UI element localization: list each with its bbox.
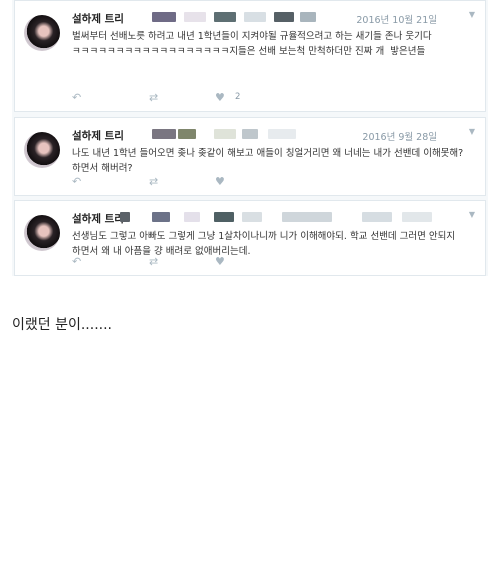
chevron-down-icon[interactable]: ▼	[469, 10, 475, 19]
tweet-header: 설하제 트리 2016년 9월 28일 ▼	[72, 127, 477, 143]
censor-block	[214, 129, 236, 139]
retweet-icon[interactable]: ⇄	[149, 255, 158, 269]
censor-block	[274, 12, 294, 22]
heart-icon[interactable]: ♥	[215, 255, 225, 269]
avatar[interactable]	[24, 15, 60, 51]
tweet-date[interactable]: 2016년 9월 28일	[362, 129, 437, 143]
censor-block	[300, 12, 316, 22]
reply-icon[interactable]: ↶	[72, 91, 81, 105]
chevron-down-icon[interactable]: ▼	[469, 210, 475, 219]
retweet-icon[interactable]: ⇄	[149, 91, 158, 105]
censor-block	[362, 212, 392, 222]
tweet-actions: ↶ ⇄ ♥	[72, 175, 272, 189]
censor-block	[178, 129, 196, 139]
reply-icon[interactable]: ↶	[72, 255, 81, 269]
censor-block	[214, 212, 234, 222]
display-name[interactable]: 설하제 트리	[72, 128, 124, 143]
censor-block	[402, 212, 432, 222]
avatar[interactable]	[24, 132, 60, 168]
tweet-header: 설하제 트리 2016년 10월 21일 ▼	[72, 10, 477, 26]
tweet: 설하제 트리 ▼ 선생님도 그렇고 아빠도 그렇게 그냥 1살차이나니까 니가 …	[14, 200, 486, 276]
tweet: 설하제 트리 2016년 10월 21일 ▼ 벌써부터 선배노릇 하려고 내년 …	[14, 0, 486, 112]
tweet-screenshot: 설하제 트리 2016년 10월 21일 ▼ 벌써부터 선배노릇 하려고 내년 …	[12, 0, 488, 276]
censor-block	[152, 12, 176, 22]
display-name[interactable]: 설하제 트리	[72, 11, 124, 26]
censor-block	[242, 212, 262, 222]
censor-block	[184, 12, 206, 22]
tweet: 설하제 트리 2016년 9월 28일 ▼ 나도 내년 1학년 들어오면 좆나 …	[14, 117, 486, 196]
censor-block	[214, 12, 236, 22]
censor-block	[152, 129, 176, 139]
censor-block	[282, 212, 332, 222]
tweet-actions: ↶ ⇄ ♥	[72, 255, 272, 269]
censor-block	[244, 12, 266, 22]
censor-block	[268, 129, 296, 139]
heart-icon[interactable]: ♥	[215, 175, 225, 189]
avatar[interactable]	[24, 215, 60, 251]
like-count: 2	[235, 92, 241, 102]
reply-icon[interactable]: ↶	[72, 175, 81, 189]
censor-block	[184, 212, 200, 222]
post-caption: 이랬던 분이.......	[12, 317, 113, 333]
heart-icon[interactable]: ♥	[215, 91, 225, 105]
censor-block	[242, 129, 258, 139]
tweet-text: 나도 내년 1학년 들어오면 좆나 좆같이 해보고 애들이 칭얼거리면 왜 너네…	[72, 148, 467, 174]
censor-block	[152, 212, 170, 222]
retweet-icon[interactable]: ⇄	[149, 175, 158, 189]
chevron-down-icon[interactable]: ▼	[469, 127, 475, 136]
tweet-header: 설하제 트리 ▼	[72, 210, 477, 226]
censor-block	[120, 212, 130, 222]
tweet-date[interactable]: 2016년 10월 21일	[356, 12, 437, 26]
tweet-text: 벌써부터 선배노릇 하려고 내년 1학년들이 지켜야될 규율적으려고 하는 새기…	[72, 31, 435, 57]
display-name[interactable]: 설하제 트리	[72, 211, 124, 226]
tweet-actions: ↶ ⇄ ♥ 2	[72, 91, 272, 105]
